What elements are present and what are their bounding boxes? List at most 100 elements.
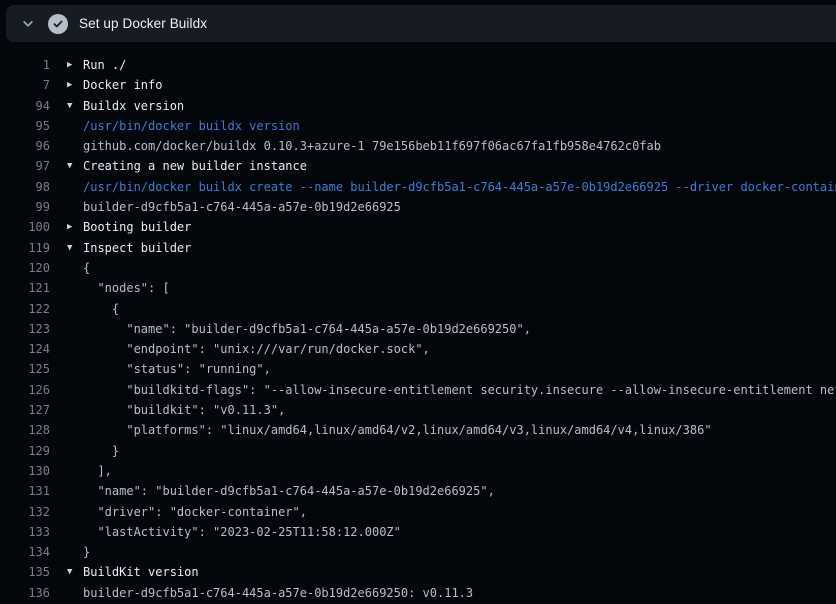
line-text: Booting builder — [83, 217, 836, 237]
line-text: "driver": "docker-container", — [83, 502, 836, 522]
log-line[interactable]: 1 ▶ Run ./ — [0, 55, 836, 75]
log-line: 128 "platforms": "linux/amd64,linux/amd6… — [0, 420, 836, 440]
group-marker-icon — [50, 136, 83, 156]
line-text: builder-d9cfb5a1-c764-445a-a57e-0b19d2e6… — [83, 197, 836, 217]
log-line[interactable]: 7 ▶ Docker info — [0, 75, 836, 95]
log-console: 1 ▶ Run ./ 7 ▶ Docker info 94 ▼ Buildx v… — [0, 42, 836, 604]
line-text: } — [83, 542, 836, 562]
log-line: 122 { — [0, 299, 836, 319]
check-circle-icon — [48, 14, 68, 34]
line-number[interactable]: 1 — [0, 55, 50, 75]
line-number[interactable]: 95 — [0, 116, 50, 136]
group-marker-icon: ▶ — [50, 217, 83, 237]
group-marker-icon — [50, 583, 83, 603]
line-number[interactable]: 134 — [0, 542, 50, 562]
line-text: Inspect builder — [83, 238, 836, 258]
group-marker-icon — [50, 380, 83, 400]
line-number[interactable]: 123 — [0, 319, 50, 339]
log-line[interactable]: 94 ▼ Buildx version — [0, 96, 836, 116]
group-marker-icon — [50, 278, 83, 298]
group-marker-icon: ▼ — [50, 562, 83, 582]
line-number[interactable]: 129 — [0, 441, 50, 461]
group-marker-icon — [50, 400, 83, 420]
group-marker-icon: ▼ — [50, 96, 83, 116]
group-marker-icon — [50, 299, 83, 319]
line-text: "lastActivity": "2023-02-25T11:58:12.000… — [83, 522, 836, 542]
line-number[interactable]: 132 — [0, 502, 50, 522]
log-line: 95 /usr/bin/docker buildx version — [0, 116, 836, 136]
line-text: ], — [83, 461, 836, 481]
line-number[interactable]: 119 — [0, 238, 50, 258]
log-line: 136 builder-d9cfb5a1-c764-445a-a57e-0b19… — [0, 583, 836, 603]
line-number[interactable]: 94 — [0, 96, 50, 116]
line-number[interactable]: 7 — [0, 75, 50, 95]
line-number[interactable]: 135 — [0, 562, 50, 582]
line-text: "endpoint": "unix:///var/run/docker.sock… — [83, 339, 836, 359]
chevron-down-icon[interactable] — [15, 11, 41, 37]
line-number[interactable]: 130 — [0, 461, 50, 481]
log-line: 129 } — [0, 441, 836, 461]
line-number[interactable]: 127 — [0, 400, 50, 420]
group-marker-icon — [50, 359, 83, 379]
line-text: Creating a new builder instance — [83, 156, 836, 176]
line-text: "status": "running", — [83, 359, 836, 379]
line-number[interactable]: 98 — [0, 177, 50, 197]
line-text: /usr/bin/docker buildx version — [83, 116, 836, 136]
line-number[interactable]: 121 — [0, 278, 50, 298]
log-line[interactable]: 97 ▼ Creating a new builder instance — [0, 156, 836, 176]
line-number[interactable]: 97 — [0, 156, 50, 176]
line-number[interactable]: 131 — [0, 481, 50, 501]
group-marker-icon: ▼ — [50, 238, 83, 258]
log-line: 130 ], — [0, 461, 836, 481]
log-line: 131 "name": "builder-d9cfb5a1-c764-445a-… — [0, 481, 836, 501]
line-text: builder-d9cfb5a1-c764-445a-a57e-0b19d2e6… — [83, 583, 836, 603]
line-number[interactable]: 120 — [0, 258, 50, 278]
group-marker-icon: ▶ — [50, 55, 83, 75]
log-line: 134 } — [0, 542, 836, 562]
group-marker-icon — [50, 481, 83, 501]
log-lines-container: 1 ▶ Run ./ 7 ▶ Docker info 94 ▼ Buildx v… — [0, 55, 836, 603]
group-marker-icon: ▼ — [50, 156, 83, 176]
line-text: /usr/bin/docker buildx create --name bui… — [83, 177, 836, 197]
log-line: 98 /usr/bin/docker buildx create --name … — [0, 177, 836, 197]
line-number[interactable]: 126 — [0, 380, 50, 400]
log-line[interactable]: 100 ▶ Booting builder — [0, 217, 836, 237]
line-number[interactable]: 125 — [0, 359, 50, 379]
group-marker-icon: ▶ — [50, 75, 83, 95]
log-line: 123 "name": "builder-d9cfb5a1-c764-445a-… — [0, 319, 836, 339]
step-title: Set up Docker Buildx — [79, 16, 207, 31]
group-marker-icon — [50, 461, 83, 481]
line-number[interactable]: 99 — [0, 197, 50, 217]
group-marker-icon — [50, 441, 83, 461]
line-text: "platforms": "linux/amd64,linux/amd64/v2… — [83, 420, 836, 440]
line-number[interactable]: 128 — [0, 420, 50, 440]
group-marker-icon — [50, 339, 83, 359]
log-line[interactable]: 135 ▼ BuildKit version — [0, 562, 836, 582]
line-text: github.com/docker/buildx 0.10.3+azure-1 … — [83, 136, 836, 156]
log-line: 126 "buildkitd-flags": "--allow-insecure… — [0, 380, 836, 400]
line-number[interactable]: 124 — [0, 339, 50, 359]
line-text: "buildkitd-flags": "--allow-insecure-ent… — [83, 380, 836, 400]
group-marker-icon — [50, 116, 83, 136]
log-line: 121 "nodes": [ — [0, 278, 836, 298]
group-marker-icon — [50, 258, 83, 278]
log-line: 132 "driver": "docker-container", — [0, 502, 836, 522]
line-number[interactable]: 100 — [0, 217, 50, 237]
step-header[interactable]: Set up Docker Buildx — [6, 5, 836, 42]
group-marker-icon — [50, 197, 83, 217]
log-line[interactable]: 119 ▼ Inspect builder — [0, 238, 836, 258]
line-number[interactable]: 136 — [0, 583, 50, 603]
line-number[interactable]: 122 — [0, 299, 50, 319]
log-line: 120 { — [0, 258, 836, 278]
log-line: 96 github.com/docker/buildx 0.10.3+azure… — [0, 136, 836, 156]
line-text: "nodes": [ — [83, 278, 836, 298]
log-line: 127 "buildkit": "v0.11.3", — [0, 400, 836, 420]
log-line: 99 builder-d9cfb5a1-c764-445a-a57e-0b19d… — [0, 197, 836, 217]
line-number[interactable]: 96 — [0, 136, 50, 156]
log-line: 133 "lastActivity": "2023-02-25T11:58:12… — [0, 522, 836, 542]
group-marker-icon — [50, 420, 83, 440]
line-number[interactable]: 133 — [0, 522, 50, 542]
line-text: { — [83, 299, 836, 319]
log-line: 124 "endpoint": "unix:///var/run/docker.… — [0, 339, 836, 359]
line-text: } — [83, 441, 836, 461]
